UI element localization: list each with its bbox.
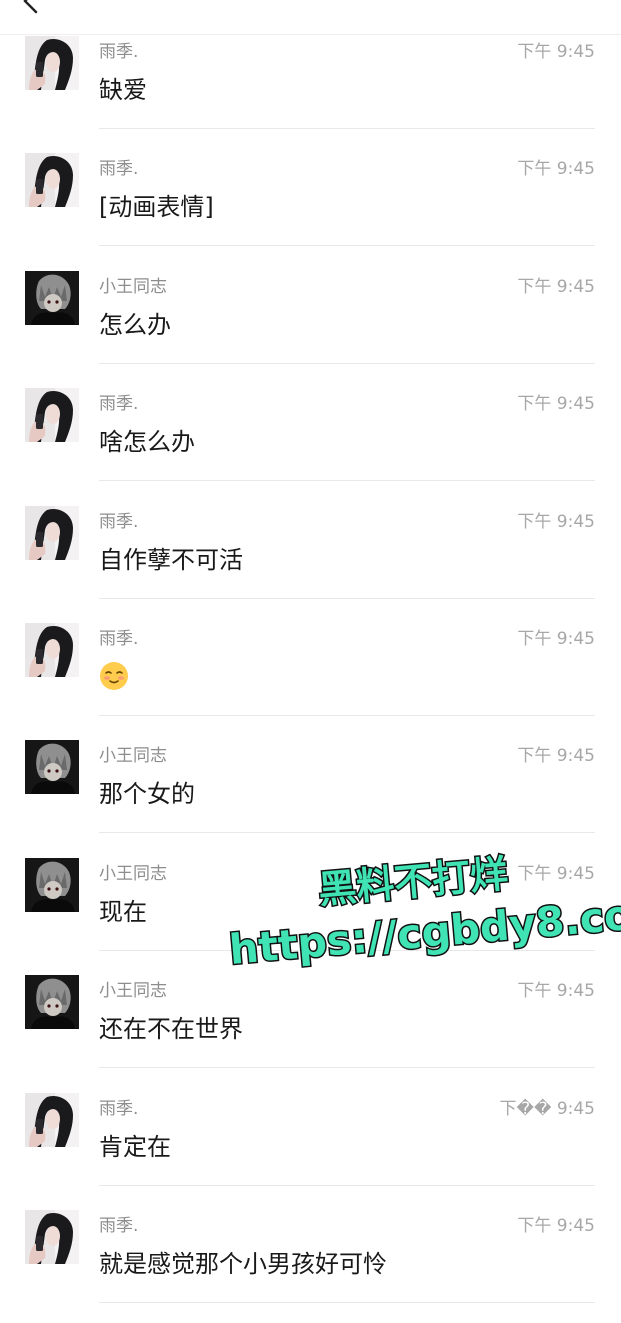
message-time: 下午 9:45 bbox=[517, 864, 595, 884]
divider bbox=[99, 1302, 595, 1303]
sender-name[interactable]: 雨季. bbox=[99, 624, 138, 649]
message-row[interactable]: 雨季. 下午 9:45 啥怎么办 bbox=[0, 384, 621, 501]
sender-name[interactable]: 雨季. bbox=[99, 389, 138, 414]
avatar-yuji[interactable] bbox=[25, 1210, 79, 1264]
message-row[interactable]: 雨季. 下�� 9:45 肯定在 bbox=[0, 1089, 621, 1206]
message-time: 下午 9:45 bbox=[517, 746, 595, 766]
divider bbox=[99, 598, 595, 599]
message-text[interactable]: 肯定在 bbox=[99, 1127, 171, 1162]
sender-name[interactable]: 小王同志 bbox=[99, 859, 167, 884]
divider bbox=[99, 363, 595, 364]
avatar-yuji[interactable] bbox=[25, 623, 79, 677]
sender-name[interactable]: 小王同志 bbox=[99, 976, 167, 1001]
message-row[interactable]: 雨季. 下午 9:45 缺爱 bbox=[0, 32, 621, 149]
message-row[interactable]: 小王同志 下午 9:45 那个女的 bbox=[0, 736, 621, 853]
message-time: 下午 9:45 bbox=[517, 277, 595, 297]
chevron-left-icon[interactable] bbox=[14, 0, 48, 18]
message-time: 下午 9:45 bbox=[517, 1216, 595, 1236]
message-row[interactable]: 雨季. 下午 9:45 就是感觉那个小男孩好可怜 bbox=[0, 1206, 621, 1323]
message-text[interactable]: 那个女的 bbox=[99, 774, 195, 809]
message-row[interactable]: 小王同志 下午 9:45 现在 bbox=[0, 854, 621, 971]
relieved-face-icon[interactable] bbox=[99, 661, 129, 691]
message-text[interactable]: 怎么办 bbox=[99, 305, 171, 340]
avatar-yuji[interactable] bbox=[25, 388, 79, 442]
divider bbox=[99, 480, 595, 481]
message-text[interactable]: 缺爱 bbox=[99, 70, 147, 105]
avatar-xiaowang[interactable] bbox=[25, 858, 79, 912]
message-time: 下午 9:45 bbox=[517, 512, 595, 532]
divider bbox=[99, 832, 595, 833]
divider bbox=[99, 245, 595, 246]
message-text[interactable]: [动画表情] bbox=[99, 187, 214, 222]
message-row[interactable]: 雨季. 下午 9:45 [动画表情] bbox=[0, 149, 621, 266]
message-time: 下午 9:45 bbox=[517, 394, 595, 414]
avatar-xiaowang[interactable] bbox=[25, 740, 79, 794]
message-row[interactable]: 雨季. 下午 9:45 bbox=[0, 619, 621, 736]
avatar-xiaowang[interactable] bbox=[25, 271, 79, 325]
chat-history-list[interactable]: 雨季. 下午 9:45 缺爱 雨季. 下午 9:45 [动画表情] 小王同志 下午 9:4… bbox=[0, 0, 621, 1303]
message-text[interactable]: 现在 bbox=[99, 892, 147, 927]
message-text[interactable]: 自作孽不可活 bbox=[99, 540, 243, 575]
divider bbox=[99, 128, 595, 129]
message-text[interactable]: 啥怎么办 bbox=[99, 422, 195, 457]
divider bbox=[99, 950, 595, 951]
avatar-yuji[interactable] bbox=[25, 506, 79, 560]
divider bbox=[99, 1067, 595, 1068]
sender-name[interactable]: 小王同志 bbox=[99, 741, 167, 766]
avatar-yuji[interactable] bbox=[25, 1093, 79, 1147]
message-row[interactable]: 雨季. 下午 9:45 自作孽不可活 bbox=[0, 502, 621, 619]
message-row[interactable]: 小王同志 下午 9:45 怎么办 bbox=[0, 267, 621, 384]
message-time: 下午 9:45 bbox=[517, 159, 595, 179]
avatar-yuji[interactable] bbox=[25, 36, 79, 90]
sender-name[interactable]: 雨季. bbox=[99, 37, 138, 62]
sender-name[interactable]: 雨季. bbox=[99, 154, 138, 179]
sender-name[interactable]: 雨季. bbox=[99, 1094, 138, 1119]
message-text[interactable]: 就是感觉那个小男孩好可怜 bbox=[99, 1244, 387, 1279]
divider bbox=[99, 1185, 595, 1186]
message-row[interactable]: 小王同志 下午 9:45 还在不在世界 bbox=[0, 971, 621, 1088]
message-time: 下�� 9:45 bbox=[499, 1099, 595, 1119]
sender-name[interactable]: 雨季. bbox=[99, 1211, 138, 1236]
message-time: 下午 9:45 bbox=[517, 629, 595, 649]
message-text[interactable]: 还在不在世界 bbox=[99, 1009, 243, 1044]
top-bar bbox=[0, 0, 621, 35]
message-time: 下午 9:45 bbox=[517, 42, 595, 62]
sender-name[interactable]: 小王同志 bbox=[99, 272, 167, 297]
divider bbox=[99, 715, 595, 716]
sender-name[interactable]: 雨季. bbox=[99, 507, 138, 532]
avatar-yuji[interactable] bbox=[25, 153, 79, 207]
avatar-xiaowang[interactable] bbox=[25, 975, 79, 1029]
message-time: 下午 9:45 bbox=[517, 981, 595, 1001]
